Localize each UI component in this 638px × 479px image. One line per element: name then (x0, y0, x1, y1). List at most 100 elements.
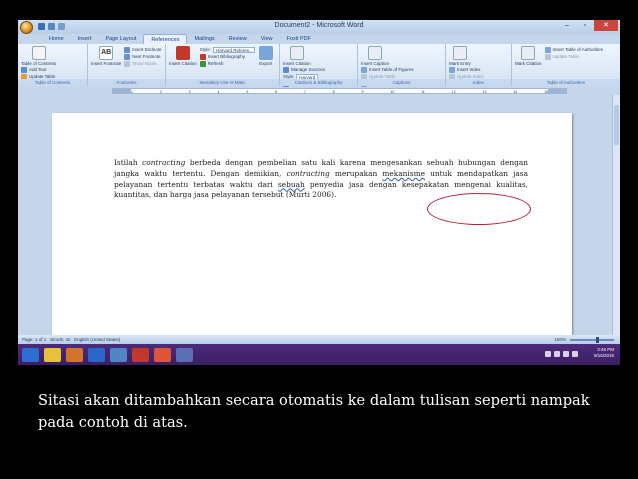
group-label-footnotes: Footnotes (88, 79, 165, 86)
citation-icon (289, 46, 304, 60)
ruler-tick: 5 (246, 90, 249, 94)
insert-table-of-authorities-label: Insert Table of Authorities (552, 47, 603, 52)
settings-icon[interactable] (176, 347, 193, 362)
mendeley-insert-bibliography-label: Insert Bibliography (207, 54, 246, 59)
authorities-update-icon (544, 53, 551, 60)
zoom-slider-handle[interactable] (596, 336, 599, 343)
insert-table-of-authorities-button[interactable]: Insert Table of Authorities (544, 46, 603, 53)
app-icon[interactable] (110, 347, 127, 362)
ruler-tick: 10 (390, 90, 395, 94)
tab-insert[interactable]: Insert (71, 34, 99, 44)
language-indicator[interactable]: English (United States) (74, 337, 120, 342)
spellcheck-word: mekanisme (382, 168, 425, 178)
word-count[interactable]: Words: 42 (50, 337, 70, 342)
show-notes-button[interactable]: Show Notes (124, 60, 161, 67)
group-citations: Insert Citation Manage Sources Style: Har… (280, 44, 358, 87)
mark-citation-label: Mark Citation (515, 61, 542, 66)
group-mendeley: Insert Citation Style: Harvard Referen.. … (166, 44, 280, 86)
bibliography-icon (199, 53, 206, 60)
insert-footnote-button[interactable]: AB Insert Footnote (91, 46, 121, 66)
mark-entry-icon (452, 46, 467, 60)
battery-icon[interactable] (563, 351, 569, 357)
insert-table-of-figures-label: Insert Table of Figures (369, 67, 414, 72)
window-controls: – ▫ ✕ (558, 20, 618, 31)
group-label-captions: Captions (358, 79, 445, 86)
ruler-tick: 3 (188, 90, 191, 94)
page-count[interactable]: Page: 1 of 1 (22, 337, 46, 342)
refresh-icon (199, 60, 206, 67)
citation-highlight-circle (427, 193, 531, 225)
group-label-citations: Citations & Bibliography (280, 79, 357, 86)
taskbar: 3:46 PM 9/15/2015 (18, 344, 620, 365)
export-button[interactable]: Export (258, 46, 273, 66)
horizontal-ruler[interactable]: 1 2 3 4 5 6 7 8 9 10 11 12 13 14 15 (18, 87, 620, 95)
zoom-slider[interactable] (570, 336, 614, 343)
tab-mailings[interactable]: Mailings (187, 34, 221, 44)
insert-endnote-button[interactable]: Insert Endnote (124, 46, 162, 53)
mendeley-insert-citation-button[interactable]: Insert Citation (169, 46, 197, 66)
ruler-tick: 6 (275, 90, 278, 94)
ruler-tick: 9 (361, 90, 364, 94)
ruler-tick: 4 (217, 90, 220, 94)
tab-view[interactable]: View (254, 34, 280, 44)
ribbon-tabs: Home Insert Page Layout References Maili… (18, 34, 620, 44)
figures-icon (361, 66, 367, 73)
insert-table-of-figures-button[interactable]: Insert Table of Figures (361, 66, 413, 73)
flag-icon[interactable] (572, 351, 578, 357)
next-footnote-icon (124, 53, 131, 60)
next-footnote-button[interactable]: Next Footnote (124, 53, 161, 60)
mendeley-taskbar-icon[interactable] (132, 347, 149, 362)
next-footnote-label: Next Footnote (132, 54, 161, 59)
show-notes-icon (124, 60, 131, 67)
group-captions: Insert Caption Insert Table of Figures U… (358, 44, 446, 87)
volume-icon[interactable] (554, 351, 560, 357)
minimize-button[interactable]: – (558, 20, 576, 31)
mendeley-insert-bibliography-button[interactable]: Insert Bibliography (199, 53, 255, 60)
authorities-update-table-button[interactable]: Update Table (544, 53, 603, 60)
maximize-button[interactable]: ▫ (576, 20, 594, 31)
insert-endnote-label: Insert Endnote (132, 47, 162, 52)
manage-sources-button[interactable]: Manage Sources (283, 66, 325, 73)
start-icon[interactable] (22, 347, 39, 362)
ruler-tick: 15 (544, 90, 548, 94)
clock[interactable]: 3:46 PM 9/15/2015 (594, 347, 614, 359)
mark-citation-icon (521, 46, 536, 60)
tab-references[interactable]: References (143, 34, 188, 44)
insert-index-button[interactable]: Insert Index (449, 66, 484, 73)
export-icon (258, 46, 273, 60)
mendeley-style-selector[interactable]: Style: Harvard Referen.. (200, 46, 255, 53)
zoom-level[interactable]: 150% (554, 335, 566, 344)
document-page[interactable]: Istilah contracting berbeda dengan pembe… (52, 113, 572, 335)
insert-index-label: Insert Index (457, 67, 481, 72)
mark-entry-button[interactable]: Mark Entry (449, 46, 471, 66)
file-explorer-icon[interactable] (44, 347, 61, 362)
powerpoint-icon[interactable] (154, 347, 171, 362)
mark-citation-button[interactable]: Mark Citation (515, 46, 542, 66)
mendeley-refresh-button[interactable]: Refresh (199, 60, 255, 67)
manage-sources-label: Manage Sources (291, 67, 326, 72)
inserted-citation: (Murti 2006). (285, 190, 337, 200)
clock-date: 9/15/2015 (593, 353, 614, 358)
tab-page-layout[interactable]: Page Layout (98, 34, 143, 44)
scrollbar-thumb[interactable] (614, 105, 619, 145)
insert-footnote-label: Insert Footnote (91, 61, 122, 66)
tab-review[interactable]: Review (222, 34, 254, 44)
export-label: Export (259, 61, 273, 66)
table-of-contents-button[interactable]: Table of Contents (21, 46, 56, 66)
mendeley-refresh-label: Refresh (207, 61, 224, 66)
network-icon[interactable] (545, 351, 551, 357)
add-text-button[interactable]: Add Text (21, 66, 55, 73)
vertical-scrollbar[interactable] (612, 95, 620, 335)
close-button[interactable]: ✕ (594, 20, 618, 31)
tab-foxit-pdf[interactable]: Foxit PDF (280, 34, 318, 44)
tab-home[interactable]: Home (42, 34, 71, 44)
media-player-icon[interactable] (66, 347, 83, 362)
mendeley-style-value[interactable]: Harvard Referen.. (213, 46, 255, 53)
group-table-of-contents: Table of Contents Add Text Update Table … (18, 44, 88, 86)
insert-caption-button[interactable]: Insert Caption (361, 46, 389, 66)
insert-citation-button[interactable]: Insert Citation (283, 46, 311, 66)
title-bar: Document2 - Microsoft Word – ▫ ✕ (18, 20, 620, 34)
word-icon[interactable] (88, 347, 105, 362)
system-tray (545, 351, 578, 357)
italic-term: contracting (142, 158, 186, 167)
